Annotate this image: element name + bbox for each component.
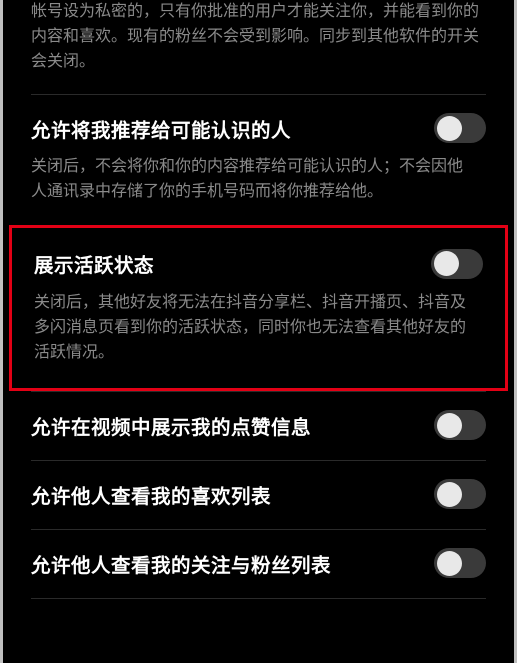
toggle-active-status[interactable] [431, 249, 483, 279]
settings-panel: 帐号设为私密的，只有你批准的用户才能关注你，并能看到你的内容和喜欢。现有的粉丝不… [0, 0, 517, 663]
setting-active-status-title: 展示活跃状态 [34, 249, 154, 278]
setting-show-like-title: 允许在视频中展示我的点赞信息 [31, 411, 311, 440]
setting-show-like-in-video: 允许在视频中展示我的点赞信息 [15, 392, 502, 460]
setting-view-liked-title: 允许他人查看我的喜欢列表 [31, 480, 271, 509]
setting-recommend-desc: 关闭后，不会将你和你的内容推荐给可能认识的人；不会因他人通讯录中存储了你的手机号… [31, 155, 486, 205]
setting-recommend-to-known: 允许将我推荐给可能认识的人 关闭后，不会将你和你的内容推荐给可能认识的人；不会因… [15, 95, 502, 225]
toggle-recommend-to-known[interactable] [434, 113, 486, 143]
toggle-view-liked-list[interactable] [434, 479, 486, 509]
setting-private-account-desc: 帐号设为私密的，只有你批准的用户才能关注你，并能看到你的内容和喜欢。现有的粉丝不… [15, 0, 502, 94]
setting-view-follow-list: 允许他人查看我的关注与粉丝列表 [15, 530, 502, 598]
setting-view-liked-list: 允许他人查看我的喜欢列表 [15, 461, 502, 529]
setting-recommend-title: 允许将我推荐给可能认识的人 [31, 114, 291, 143]
setting-active-status: 展示活跃状态 关闭后，其他好友将无法在抖音分享栏、抖音开播页、抖音及多闪消息页看… [18, 231, 499, 385]
divider [31, 598, 486, 599]
toggle-view-follow-list[interactable] [434, 548, 486, 578]
setting-view-follow-title: 允许他人查看我的关注与粉丝列表 [31, 549, 331, 578]
toggle-show-like-in-video[interactable] [434, 410, 486, 440]
highlighted-setting: 展示活跃状态 关闭后，其他好友将无法在抖音分享栏、抖音开播页、抖音及多闪消息页看… [9, 225, 508, 391]
setting-active-status-desc: 关闭后，其他好友将无法在抖音分享栏、抖音开播页、抖音及多闪消息页看到你的活跃状态… [34, 291, 483, 365]
